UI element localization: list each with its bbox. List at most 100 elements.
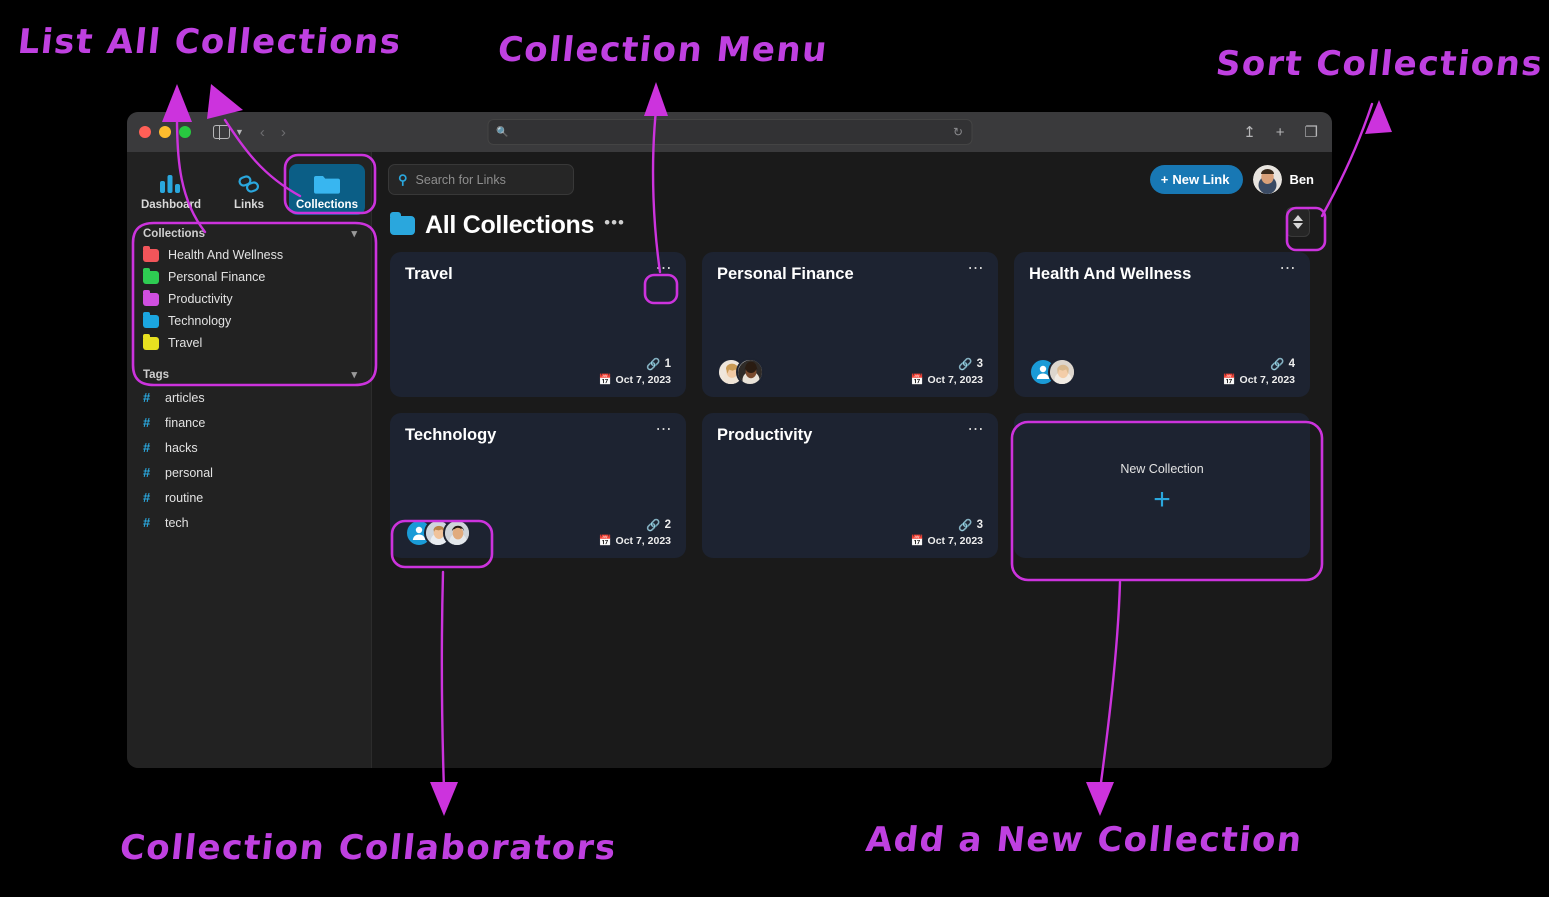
collection-card-title: Technology (405, 426, 497, 444)
collection-date: 📅 Oct 7, 2023 (910, 534, 983, 548)
link-chain-icon: 🔗 (1270, 359, 1285, 371)
folder-icon (143, 333, 159, 350)
nav-item-collections[interactable]: Collections (289, 164, 365, 215)
plus-icon[interactable]: + (1153, 484, 1171, 514)
close-window-button[interactable] (139, 126, 151, 138)
plus-icon: + (1160, 172, 1169, 187)
folder-icon (390, 212, 415, 235)
sidebar-tag-finance[interactable]: # finance (127, 410, 371, 435)
collection-card-travel[interactable]: Travel ⋯ 🔗 1 📅 Oct 7, 2023 (390, 252, 686, 397)
sort-collections-button[interactable] (1286, 207, 1310, 237)
search-input-placeholder: Search for Links (415, 172, 506, 187)
collection-date: 📅 Oct 7, 2023 (598, 373, 671, 387)
content-toolbar: ⚲ Search for Links + New Link Ben (372, 152, 1332, 195)
sidebar-tag-hacks[interactable]: # hacks (127, 435, 371, 460)
share-icon[interactable]: ↥ (1243, 123, 1256, 141)
sidebar-item-travel[interactable]: Travel (127, 332, 371, 354)
new-collection-label: New Collection (1120, 461, 1204, 476)
tab-overview-icon[interactable]: ❐ (1305, 123, 1318, 141)
chevron-down-icon[interactable]: ▾ (351, 227, 357, 240)
nav-item-dashboard[interactable]: Dashboard (133, 164, 209, 215)
sidebar-item-label: Health And Wellness (168, 248, 284, 262)
chevron-down-icon[interactable]: ▼ (235, 127, 244, 137)
collection-menu-button[interactable]: ⋯ (656, 261, 674, 276)
app-body: Dashboard Links Collections Collections … (127, 152, 1332, 768)
screenshot-root: ▼ ‹ › 🔍 ↻ ↥ + ❐ Dashboard Links Collecti… (0, 0, 1549, 897)
collection-collaborators[interactable] (717, 358, 764, 386)
sidebar-toggle-icon (213, 124, 230, 140)
collection-date-value: Oct 7, 2023 (927, 373, 983, 386)
forward-arrow-icon[interactable]: › (281, 124, 286, 141)
collection-card-productivity[interactable]: Productivity ⋯ 🔗 3 📅 Oct 7, 2023 (702, 413, 998, 558)
browser-nav-buttons[interactable]: ‹ › (260, 124, 286, 141)
arrowhead-menu (644, 82, 668, 116)
arrowhead-sort (1365, 100, 1392, 134)
sidebar-tags-title: Tags (143, 368, 169, 381)
collection-collaborators[interactable] (405, 519, 471, 547)
sidebar-tags-header[interactable]: Tags ▾ (127, 362, 371, 385)
collection-card-title: Personal Finance (717, 265, 854, 283)
sidebar-tag-routine[interactable]: # routine (127, 485, 371, 510)
collection-card-technology[interactable]: Technology ⋯ 🔗 2 📅 Oct 7, 2023 (390, 413, 686, 558)
link-chain-icon (213, 170, 285, 198)
sidebar-tag-label: personal (165, 465, 213, 480)
chevron-up-icon (1293, 215, 1303, 221)
sidebar-item-productivity[interactable]: Productivity (127, 288, 371, 310)
window-traffic-lights[interactable] (139, 126, 191, 138)
plus-icon[interactable]: + (1276, 124, 1285, 141)
user-name: Ben (1289, 172, 1314, 187)
page-menu-button[interactable]: ••• (604, 214, 625, 231)
search-input[interactable]: ⚲ Search for Links (388, 164, 574, 195)
collection-menu-button[interactable]: ⋯ (968, 261, 986, 276)
nav-item-links[interactable]: Links (211, 164, 287, 215)
collection-date-value: Oct 7, 2023 (615, 373, 671, 386)
collection-collaborators[interactable] (1029, 358, 1076, 386)
hash-icon: # (143, 390, 151, 405)
collection-menu-button[interactable]: ⋯ (968, 422, 986, 437)
collection-card-title: Travel (405, 265, 453, 283)
browser-window: ▼ ‹ › 🔍 ↻ ↥ + ❐ Dashboard Links Collecti… (127, 112, 1332, 768)
folder-icon (291, 170, 363, 198)
sidebar-toggle-button[interactable]: ▼ (213, 124, 244, 140)
chevron-down-icon[interactable]: ▾ (351, 368, 357, 381)
sidebar-item-personal-finance[interactable]: Personal Finance (127, 266, 371, 288)
sidebar-tag-tech[interactable]: # tech (127, 510, 371, 535)
collection-date: 📅 Oct 7, 2023 (1222, 373, 1295, 387)
calendar-icon: 📅 (1222, 374, 1236, 386)
collaborator-avatar (1048, 358, 1076, 386)
collection-card-personal-finance[interactable]: Personal Finance ⋯ 🔗 3 📅 Oct 7, 2023 (702, 252, 998, 397)
sidebar-tag-articles[interactable]: # articles (127, 385, 371, 410)
collection-menu-button[interactable]: ⋯ (656, 422, 674, 437)
new-link-button[interactable]: + New Link (1149, 165, 1244, 194)
user-menu[interactable]: Ben (1253, 165, 1314, 194)
link-chain-icon: 🔗 (958, 359, 973, 371)
sidebar-tag-label: articles (165, 390, 205, 405)
annotation-label-collection-menu: Collection Menu (495, 30, 831, 70)
calendar-icon: 📅 (910, 374, 924, 386)
calendar-icon: 📅 (910, 535, 924, 547)
back-arrow-icon[interactable]: ‹ (260, 124, 265, 141)
collection-card-health-and-wellness[interactable]: Health And Wellness ⋯ 🔗 4 📅 Oct 7, 2023 (1014, 252, 1310, 397)
browser-url-bar[interactable]: 🔍 ↻ (487, 119, 972, 145)
link-count: 🔗 2 (598, 518, 671, 532)
sidebar-tag-personal[interactable]: # personal (127, 460, 371, 485)
minimize-window-button[interactable] (159, 126, 171, 138)
bar-chart-icon (135, 170, 207, 198)
sidebar-item-technology[interactable]: Technology (127, 310, 371, 332)
primary-nav: Dashboard Links Collections (127, 160, 371, 221)
chevron-down-icon (1293, 223, 1303, 229)
sidebar-item-label: Personal Finance (168, 270, 266, 284)
link-count-value: 1 (664, 358, 671, 370)
reload-icon[interactable]: ↻ (953, 125, 963, 139)
folder-icon (143, 267, 159, 284)
collection-card-footer: 🔗 3 📅 Oct 7, 2023 (717, 357, 983, 386)
collection-card-footer: 🔗 2 📅 Oct 7, 2023 (405, 518, 671, 547)
collections-grid: Travel ⋯ 🔗 1 📅 Oct 7, 2023 Personal Fina… (372, 250, 1332, 558)
new-collection-card[interactable]: New Collection + (1014, 413, 1310, 558)
collection-menu-button[interactable]: ⋯ (1280, 261, 1298, 276)
browser-toolbar-right[interactable]: ↥ + ❐ (1243, 123, 1318, 142)
maximize-window-button[interactable] (179, 126, 191, 138)
sidebar-item-health-and-wellness[interactable]: Health And Wellness (127, 244, 371, 266)
sidebar-collections-header[interactable]: Collections ▾ (127, 221, 371, 244)
link-count: 🔗 3 (910, 357, 983, 371)
